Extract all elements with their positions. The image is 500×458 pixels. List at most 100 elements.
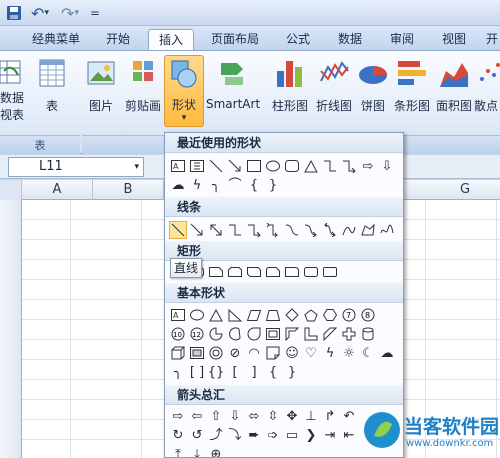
- picture-button[interactable]: 图片: [82, 57, 120, 114]
- up-block-arrow-icon[interactable]: ⇧: [207, 407, 225, 425]
- right-brace-shape-icon[interactable]: }: [264, 176, 282, 194]
- dodecagon-icon[interactable]: 12: [188, 325, 206, 343]
- moon-icon[interactable]: ☾: [359, 344, 377, 362]
- curved-right-arrow-icon[interactable]: ↻: [169, 426, 187, 444]
- pivot-table-button[interactable]: 数据 视表: [0, 57, 26, 123]
- double-arrow-line-icon[interactable]: [207, 221, 225, 239]
- curved-double-arrow-icon[interactable]: [321, 221, 339, 239]
- snip-round-icon[interactable]: [264, 263, 282, 281]
- tab-view[interactable]: 视图: [432, 29, 476, 50]
- lightning-bolt-icon[interactable]: ϟ: [321, 344, 339, 362]
- undo-dropdown-icon[interactable]: ▾: [44, 8, 49, 18]
- shapes-button[interactable]: 形状 ▾: [164, 55, 204, 127]
- curved-up-arrow-icon[interactable]: ⤴: [207, 426, 225, 444]
- rectangle-shape-icon[interactable]: [245, 157, 263, 175]
- smartart-button[interactable]: SmartArt: [206, 57, 260, 111]
- name-box[interactable]: L11 ▾: [8, 157, 144, 177]
- customize-qat-button[interactable]: =: [88, 3, 102, 23]
- triangle-shape-icon[interactable]: [302, 157, 320, 175]
- no-symbol-icon[interactable]: ⊘: [226, 344, 244, 362]
- scatter-chart-button[interactable]: 散点: [474, 57, 500, 114]
- tab-data[interactable]: 数据: [328, 29, 372, 50]
- double-brace-icon[interactable]: {}: [207, 363, 225, 381]
- hexagon-icon[interactable]: [321, 306, 339, 324]
- can-icon[interactable]: [359, 325, 377, 343]
- curved-arrow-connector-icon[interactable]: [302, 221, 320, 239]
- frame-icon[interactable]: [264, 325, 282, 343]
- right-block-arrow-icon[interactable]: ⇨: [169, 407, 187, 425]
- left-block-arrow-icon[interactable]: ⇦: [188, 407, 206, 425]
- curve-shape-icon[interactable]: ╮: [207, 176, 225, 194]
- round-same-side-icon[interactable]: [302, 263, 320, 281]
- down-arrow-shape-icon[interactable]: ⇩: [378, 157, 396, 175]
- tab-home[interactable]: 开始: [94, 29, 142, 50]
- round-diagonal-icon[interactable]: [321, 263, 339, 281]
- column-header-g[interactable]: G: [430, 180, 500, 200]
- cloud-shape-icon[interactable]: ☁: [169, 176, 187, 194]
- column-header-b[interactable]: B: [93, 180, 164, 200]
- cloud-icon[interactable]: ☁: [378, 344, 396, 362]
- diamond-icon[interactable]: [283, 306, 301, 324]
- left-brace-shape-icon[interactable]: {: [245, 176, 263, 194]
- smiley-face-icon[interactable]: ☺: [283, 344, 301, 362]
- teardrop-icon[interactable]: [245, 325, 263, 343]
- half-frame-icon[interactable]: [283, 325, 301, 343]
- textbox-icon[interactable]: A: [169, 306, 187, 324]
- table-button[interactable]: 表: [32, 57, 72, 114]
- down-block-arrow-icon[interactable]: ⇩: [226, 407, 244, 425]
- heart-icon[interactable]: ♡: [302, 344, 320, 362]
- arrow-shape-icon[interactable]: [226, 157, 244, 175]
- parallelogram-icon[interactable]: [245, 306, 263, 324]
- column-chart-button[interactable]: 柱形图: [270, 57, 310, 114]
- cube-icon[interactable]: [169, 344, 187, 362]
- right-arrow-shape-icon[interactable]: ⇨: [359, 157, 377, 175]
- elbow-connector-shape-icon[interactable]: [321, 157, 339, 175]
- curve-icon[interactable]: [340, 221, 358, 239]
- line-shape-selected-icon[interactable]: [169, 221, 187, 239]
- elbow-arrow-shape-icon[interactable]: [340, 157, 358, 175]
- down-callout-arrow-icon[interactable]: ⤓: [188, 445, 206, 458]
- area-chart-button[interactable]: 面积图: [434, 57, 474, 114]
- clipart-button[interactable]: 剪贴画: [122, 57, 164, 114]
- octagon-icon[interactable]: 8: [359, 306, 377, 324]
- curved-connector-icon[interactable]: [283, 221, 301, 239]
- cross-icon[interactable]: [340, 325, 358, 343]
- round-single-corner-icon[interactable]: [283, 263, 301, 281]
- right-brace-icon[interactable]: }: [283, 363, 301, 381]
- tab-classic-menu[interactable]: 经典菜单: [22, 29, 90, 50]
- snip-same-side-icon[interactable]: [226, 263, 244, 281]
- tab-developer[interactable]: 开: [482, 29, 500, 50]
- curved-down-arrow-icon[interactable]: ⤵: [226, 426, 244, 444]
- block-arc-icon[interactable]: ◠: [245, 344, 263, 362]
- curved-left-arrow-icon[interactable]: ↺: [188, 426, 206, 444]
- textbox-shape-icon[interactable]: A: [169, 157, 187, 175]
- elbow-arrow-connector-icon[interactable]: [245, 221, 263, 239]
- up-callout-arrow-icon[interactable]: ⤒: [169, 445, 187, 458]
- sun-icon[interactable]: ☼: [340, 344, 358, 362]
- pentagon-icon[interactable]: [302, 306, 320, 324]
- arc-shape-icon[interactable]: ⌒: [226, 176, 244, 194]
- right-callout-arrow-icon[interactable]: ⇥: [321, 426, 339, 444]
- redo-dropdown-icon[interactable]: ▾: [74, 8, 79, 18]
- line-shape-icon[interactable]: [207, 157, 225, 175]
- chevron-icon[interactable]: ❯: [302, 426, 320, 444]
- left-brace-icon[interactable]: {: [264, 363, 282, 381]
- double-bracket-icon[interactable]: [ ]: [188, 363, 206, 381]
- scribble-icon[interactable]: [378, 221, 396, 239]
- bent-arrow-icon[interactable]: ↱: [321, 407, 339, 425]
- pie-chart-button[interactable]: 饼图: [356, 57, 390, 114]
- folded-corner-icon[interactable]: [264, 344, 282, 362]
- up-down-arrow-icon[interactable]: ⇳: [264, 407, 282, 425]
- decagon-icon[interactable]: 10: [169, 325, 187, 343]
- bevel-icon[interactable]: [188, 344, 206, 362]
- quad-callout-arrow-icon[interactable]: ⊕: [207, 445, 225, 458]
- save-icon[interactable]: [4, 3, 24, 23]
- left-bracket-icon[interactable]: [: [226, 363, 244, 381]
- freeform-icon[interactable]: [359, 221, 377, 239]
- right-bracket-icon[interactable]: ]: [245, 363, 263, 381]
- trapezoid-icon[interactable]: [264, 306, 282, 324]
- redo-button[interactable]: ↷ ▾: [58, 3, 82, 23]
- chord-icon[interactable]: [226, 325, 244, 343]
- rounded-rectangle-shape-icon[interactable]: [283, 157, 301, 175]
- snip-diagonal-icon[interactable]: [245, 263, 263, 281]
